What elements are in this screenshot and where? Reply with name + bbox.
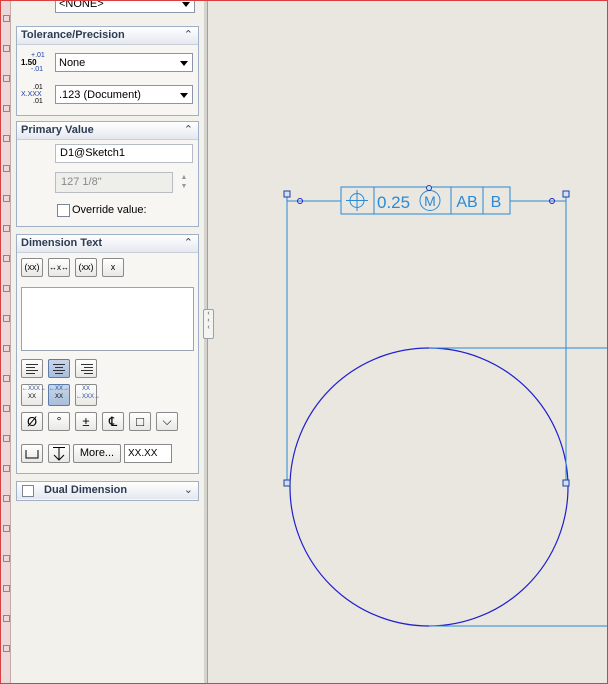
dimension-text-area[interactable]	[21, 287, 194, 351]
tolerance-icon: +.01 1.50 -.01	[21, 52, 47, 76]
dropdown-arrow-icon	[182, 2, 190, 7]
override-value-label: Override value:	[72, 204, 147, 216]
fcf-tolerance-text: 0.25	[377, 193, 410, 212]
primary-value-group: Primary Value ⌃ D1@Sketch1 127 1/8" ▲ ▼ O…	[16, 121, 199, 227]
dimension-text-group: Dimension Text ⌃ (xx) ↔x↔ (xx) x ←XXX→ XX	[16, 234, 199, 474]
offset-text-label: x	[110, 262, 116, 272]
grip-handle[interactable]	[562, 190, 570, 198]
depth-symbol-button[interactable]	[48, 444, 70, 463]
primary-value-title: Primary Value	[21, 124, 94, 136]
dimension-name-value: D1@Sketch1	[60, 147, 125, 159]
fcf-modifier-text: M	[424, 193, 436, 209]
format-field[interactable]: XX.XX	[124, 444, 172, 463]
grip-handle[interactable]	[562, 479, 570, 487]
add-parentheses-label: (xx)	[24, 262, 40, 272]
dual-dimension-title: Dual Dimension	[44, 484, 128, 496]
plus-minus-symbol: ±	[82, 414, 90, 429]
text-position-left-button[interactable]: ←XXX→ XX	[21, 384, 46, 406]
grip-handle[interactable]	[283, 479, 291, 487]
inspection-dimension-button[interactable]: (xx)	[75, 258, 97, 277]
countersink-symbol: ⌵	[162, 414, 172, 428]
fcf-attach-point[interactable]	[426, 185, 432, 191]
offset-text-button[interactable]: x	[102, 258, 124, 277]
feature-control-frame[interactable]: 0.25 M AB B	[340, 185, 511, 215]
align-left-button[interactable]	[21, 359, 43, 378]
dimension-text-title: Dimension Text	[21, 237, 103, 249]
top-dropdown-value: <NONE>	[59, 0, 104, 10]
center-dimension-label: ↔x↔	[49, 263, 69, 272]
dimension-value: 127 1/8"	[61, 176, 102, 188]
precision-icon-lower: .01	[33, 98, 43, 105]
spin-arrow-icon[interactable]: ▲ ▼	[179, 173, 189, 193]
primary-value-header[interactable]: Primary Value ⌃	[17, 122, 198, 140]
precision-icon-main: X.XXX	[21, 91, 42, 98]
counterbore-icon	[25, 450, 39, 459]
tolerance-type-value: None	[59, 57, 86, 69]
property-manager-panel: <NONE> Tolerance/Precision ⌃ +.01 1.50 -…	[11, 1, 205, 683]
precision-value: .123 (Document)	[59, 89, 141, 101]
diameter-symbol-button[interactable]: Ø	[21, 412, 43, 431]
dimension-text-header[interactable]: Dimension Text ⌃	[17, 235, 198, 253]
collapse-chevron-icon[interactable]: ⌃	[184, 236, 193, 249]
countersink-symbol-button[interactable]: ⌵	[156, 412, 178, 431]
format-value: XX.XX	[128, 448, 158, 459]
more-symbols-label: More...	[79, 447, 115, 459]
tolerance-icon-lower: -.01	[31, 66, 44, 73]
override-value-checkbox[interactable]	[57, 204, 70, 217]
precision-dropdown[interactable]: .123 (Document)	[55, 85, 193, 104]
position-symbol-icon	[346, 190, 368, 211]
align-center-button[interactable]	[48, 359, 70, 378]
centerline-symbol-button[interactable]: ℄	[102, 412, 124, 431]
collapse-chevron-icon[interactable]: ⌃	[184, 123, 193, 136]
depth-icon	[53, 447, 65, 461]
tolerance-precision-title: Tolerance/Precision	[21, 29, 125, 41]
text-position-right-button[interactable]: XX ←XXX→	[75, 384, 100, 406]
add-parentheses-button[interactable]: (xx)	[21, 258, 43, 277]
dimension-value-field[interactable]: 127 1/8"	[55, 172, 173, 193]
dimension-name-field[interactable]: D1@Sketch1	[55, 144, 193, 163]
dropdown-arrow-icon	[180, 61, 188, 66]
tolerance-type-dropdown[interactable]: None	[55, 53, 193, 72]
top-dropdown-fragment[interactable]: <NONE>	[55, 0, 195, 13]
tolerance-precision-header[interactable]: Tolerance/Precision ⌃	[17, 27, 198, 45]
precision-icon-upper: .01	[33, 84, 43, 91]
square-symbol: □	[136, 414, 144, 429]
tolerance-precision-group: Tolerance/Precision ⌃ +.01 1.50 -.01 Non…	[16, 26, 199, 116]
more-symbols-button[interactable]: More...	[73, 444, 121, 463]
sketch-circle[interactable]	[289, 347, 569, 627]
dual-dimension-checkbox[interactable]	[22, 485, 34, 497]
dropdown-arrow-icon	[180, 93, 188, 98]
diameter-symbol: Ø	[26, 414, 38, 429]
degree-symbol-button[interactable]: °	[48, 412, 70, 431]
collapse-chevron-icon[interactable]: ⌃	[184, 28, 193, 41]
dual-dimension-group: Dual Dimension ⌄	[16, 481, 199, 501]
align-right-button[interactable]	[75, 359, 97, 378]
tolerance-icon-main: 1.50	[21, 58, 37, 67]
counterbore-symbol-button[interactable]	[21, 444, 43, 463]
degree-symbol: °	[56, 414, 62, 428]
expand-chevron-icon[interactable]: ⌄	[184, 483, 193, 496]
plus-minus-symbol-button[interactable]: ±	[75, 412, 97, 431]
drawing-canvas[interactable]: 0.25 M AB B	[208, 1, 607, 683]
centerline-symbol: ℄	[108, 414, 118, 429]
inspection-dimension-label: (xx)	[78, 262, 94, 272]
application-window: <NONE> Tolerance/Precision ⌃ +.01 1.50 -…	[0, 0, 608, 684]
center-dimension-button[interactable]: ↔x↔	[48, 258, 70, 277]
dual-dimension-header[interactable]: Dual Dimension ⌄	[17, 482, 198, 499]
left-strip	[1, 1, 11, 683]
text-position-center-button[interactable]: ←XX→ XX	[48, 384, 70, 406]
fcf-datum-2: B	[491, 194, 502, 211]
precision-icon: .01 X.XXX .01	[21, 84, 49, 108]
fcf-datum-1: AB	[456, 194, 477, 211]
square-symbol-button[interactable]: □	[129, 412, 151, 431]
grip-handle[interactable]	[283, 190, 291, 198]
